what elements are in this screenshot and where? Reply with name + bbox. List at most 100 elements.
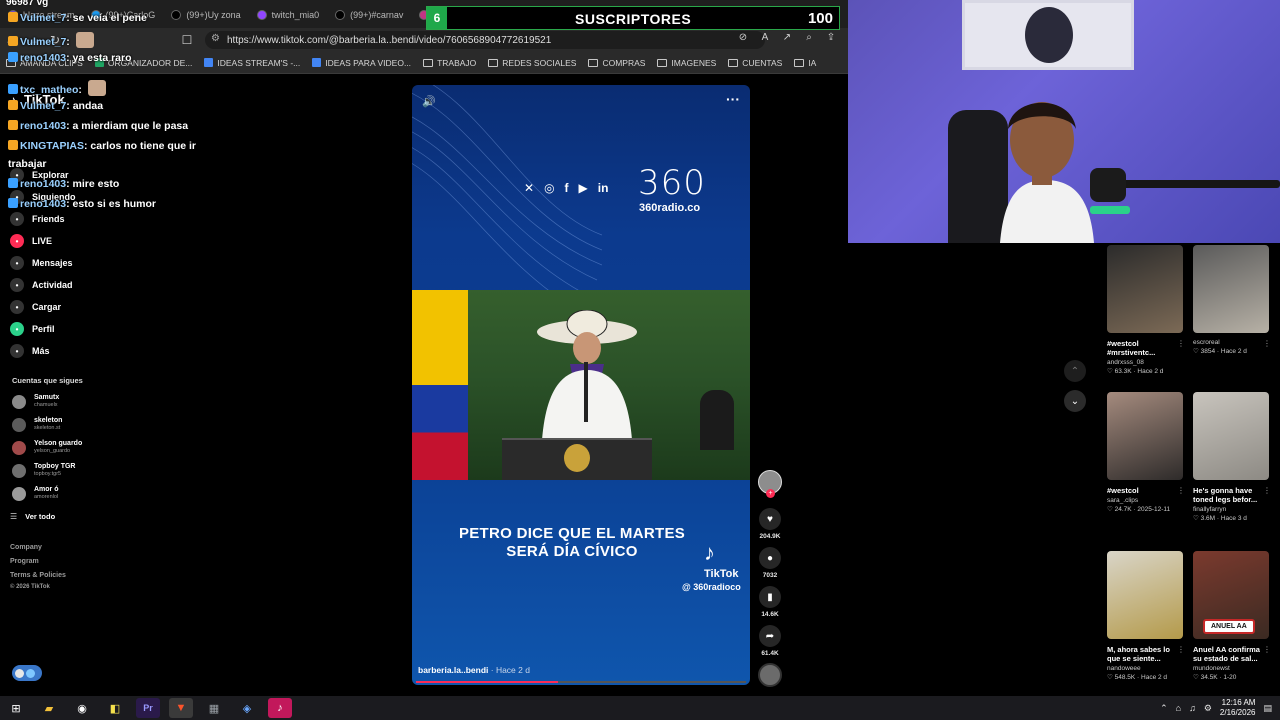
- bookmark-item[interactable]: IA: [788, 58, 822, 68]
- bookmark-item[interactable]: REDES SOCIALES: [482, 58, 582, 68]
- more-options-icon[interactable]: ⋮: [1177, 486, 1185, 495]
- browser-tab[interactable]: (99+)Uy zona: [163, 4, 248, 26]
- following-item[interactable]: skeleton skeleton.st: [12, 417, 62, 432]
- more-options-icon[interactable]: ⋮: [1263, 339, 1271, 348]
- suggested-video[interactable]: #westcol sara_.clips ♡ 24.7K · 2025-12-11 ⋮: [1107, 392, 1185, 513]
- following-item[interactable]: Yelson guardo yelson_guardo: [12, 440, 82, 455]
- footer-link[interactable]: Program: [10, 558, 39, 565]
- video-thumbnail[interactable]: ANUEL AA: [1193, 551, 1269, 639]
- more-options-icon[interactable]: ⋮: [1263, 486, 1271, 495]
- start-icon[interactable]: ⊞: [4, 698, 28, 718]
- sidebar-item-ms[interactable]: • Más: [10, 344, 50, 358]
- video-player[interactable]: 🔊 ··· ✕ ◎ f ▶ in 360 360radio.co PETRO D…: [412, 85, 750, 685]
- avatar: [12, 417, 26, 432]
- folder-icon: [728, 58, 739, 67]
- footer-link[interactable]: Company: [10, 544, 42, 551]
- settings-icon[interactable]: ⚙: [1204, 703, 1212, 714]
- bookmark-item[interactable]: IDEAS PARA VIDEO...: [306, 58, 417, 68]
- speaker-icon[interactable]: ♫: [1189, 703, 1196, 713]
- chat-text: a mierdiam que le pasa: [72, 120, 189, 132]
- translate-icon[interactable]: A: [757, 32, 773, 43]
- bookmark-label: TRABAJO: [437, 57, 477, 68]
- premiere-icon[interactable]: Pr: [136, 698, 160, 718]
- following-item[interactable]: Topboy TGR topboy.tgr5: [12, 463, 75, 478]
- calculator-icon[interactable]: ▦: [202, 698, 226, 718]
- following-item[interactable]: Samutx chamuelx: [12, 394, 59, 409]
- like-button[interactable]: ♥ 204.9K: [756, 508, 784, 540]
- video-thumbnail[interactable]: [1107, 551, 1183, 639]
- chat-badge-icon: [8, 36, 18, 46]
- save-button[interactable]: ▮ 14.6K: [756, 586, 784, 618]
- video-caption: PETRO DICE QUE EL MARTES SERÁ DÍA CÍVICO: [458, 525, 686, 560]
- site-info-icon[interactable]: ⚙: [211, 33, 220, 44]
- suggested-video[interactable]: M, ahora sabes lo que se siente... nandow…: [1107, 551, 1185, 681]
- more-options-icon[interactable]: ⋮: [1263, 645, 1271, 654]
- comment-button[interactable]: ● 7032: [756, 547, 784, 579]
- browser-tab[interactable]: (99+)#carnav: [327, 4, 411, 26]
- tiktok-watermark: TikTok: [704, 568, 739, 580]
- chat-badge-icon: [8, 120, 18, 130]
- obs-icon[interactable]: ◉: [70, 698, 94, 718]
- previous-video-button[interactable]: ⌃: [1064, 360, 1086, 382]
- more-options-icon[interactable]: ⋮: [1177, 645, 1185, 654]
- volume-icon[interactable]: 🔊: [422, 95, 436, 108]
- sound-disc-icon[interactable]: [758, 663, 782, 687]
- more-options-icon[interactable]: ···: [726, 91, 740, 107]
- next-video-button[interactable]: ⌄: [1064, 390, 1086, 412]
- video-scene: [412, 290, 750, 480]
- bookmark-item[interactable]: TRABAJO: [417, 58, 482, 68]
- footer-link[interactable]: Terms & Policies: [10, 572, 66, 579]
- chat-message: KINGTAPIAS: carlos no tiene que ir: [8, 140, 196, 152]
- editor-app-icon[interactable]: ◈: [235, 698, 259, 718]
- share-button[interactable]: ➦ 61.4K: [756, 625, 784, 657]
- suggested-video[interactable]: escroreal ♡ 3854 · Hace 2 d ⋮: [1193, 245, 1271, 355]
- bookmark-item[interactable]: IDEAS STREAM'S -...: [198, 58, 306, 68]
- suggested-video[interactable]: He's gonna have toned legs befor... final…: [1193, 392, 1271, 522]
- bookmark-item[interactable]: IMAGENES: [651, 58, 722, 68]
- following-text: skeleton skeleton.st: [34, 417, 62, 432]
- sidebar-item-perfil[interactable]: • Perfil: [10, 322, 55, 336]
- tiktok-watermark-handle: @ 360radioco: [682, 582, 741, 592]
- open-external-icon[interactable]: ↗: [779, 32, 795, 43]
- video-thumbnail[interactable]: [1107, 245, 1183, 333]
- avatar: [12, 486, 26, 501]
- follow-plus-icon[interactable]: +: [766, 489, 775, 498]
- bookmark-label: IA: [808, 57, 817, 68]
- clock[interactable]: 12:16 AM 2/16/2026: [1220, 698, 1256, 718]
- sidebar-item-label: Perfil: [32, 324, 55, 334]
- file-explorer-icon[interactable]: ▰: [37, 698, 61, 718]
- network-icon[interactable]: ⌂: [1176, 703, 1181, 713]
- no-camera-icon[interactable]: ⊘: [735, 32, 751, 43]
- theme-toggle[interactable]: [12, 665, 42, 681]
- see-all-link[interactable]: ☰ Ver todo: [10, 512, 55, 521]
- bookmark-item[interactable]: COMPRAS: [582, 58, 651, 68]
- video-thumbnail[interactable]: [1107, 392, 1183, 480]
- bookmark-item[interactable]: CUENTAS: [722, 58, 788, 68]
- address-bar[interactable]: ⚙ https://www.tiktok.com/@barberia.la..b…: [205, 31, 765, 49]
- video-thumbnail[interactable]: [1193, 245, 1269, 333]
- sticky-app-icon[interactable]: ◧: [103, 698, 127, 718]
- linkedin-icon: in: [597, 181, 609, 195]
- list-icon: ☰: [10, 512, 18, 521]
- share-icon[interactable]: ⇪: [823, 32, 839, 43]
- suggested-video[interactable]: ANUEL AA Anuel AA confirma su estado de s…: [1193, 551, 1271, 681]
- tray-chevron-icon[interactable]: ⌃: [1160, 703, 1168, 714]
- subscriber-counter: 6 SUSCRIPTORES 100: [426, 6, 840, 30]
- suggested-video[interactable]: #westcol #mrstiventc... andrxsss_08 ♡ 63.3…: [1107, 245, 1185, 375]
- sidebar-item-label: Más: [32, 346, 50, 356]
- tiktok-app-icon[interactable]: ♪: [268, 698, 292, 718]
- video-thumbnail[interactable]: [1193, 392, 1269, 480]
- following-name: Amor ó: [34, 486, 59, 493]
- bookmark-icon[interactable]: ☐: [176, 33, 198, 47]
- browser-tab[interactable]: twitch_mia0: [249, 4, 328, 26]
- more-options-icon[interactable]: ⋮: [1177, 339, 1185, 348]
- video-progress[interactable]: [416, 681, 746, 683]
- sidebar-item-cargar[interactable]: • Cargar: [10, 300, 61, 314]
- brave-icon[interactable]: ▼: [169, 698, 193, 718]
- zoom-icon[interactable]: ⌕: [801, 32, 817, 43]
- notifications-icon[interactable]: ▤: [1263, 703, 1272, 714]
- toggle-dot-icon: [26, 668, 35, 678]
- following-item[interactable]: Amor ó amorenlol: [12, 486, 59, 501]
- video-author[interactable]: barberia.la..bendi · Hace 2 d: [418, 665, 530, 675]
- video-stats: ♡ 3.6M · Hace 3 d: [1193, 515, 1247, 522]
